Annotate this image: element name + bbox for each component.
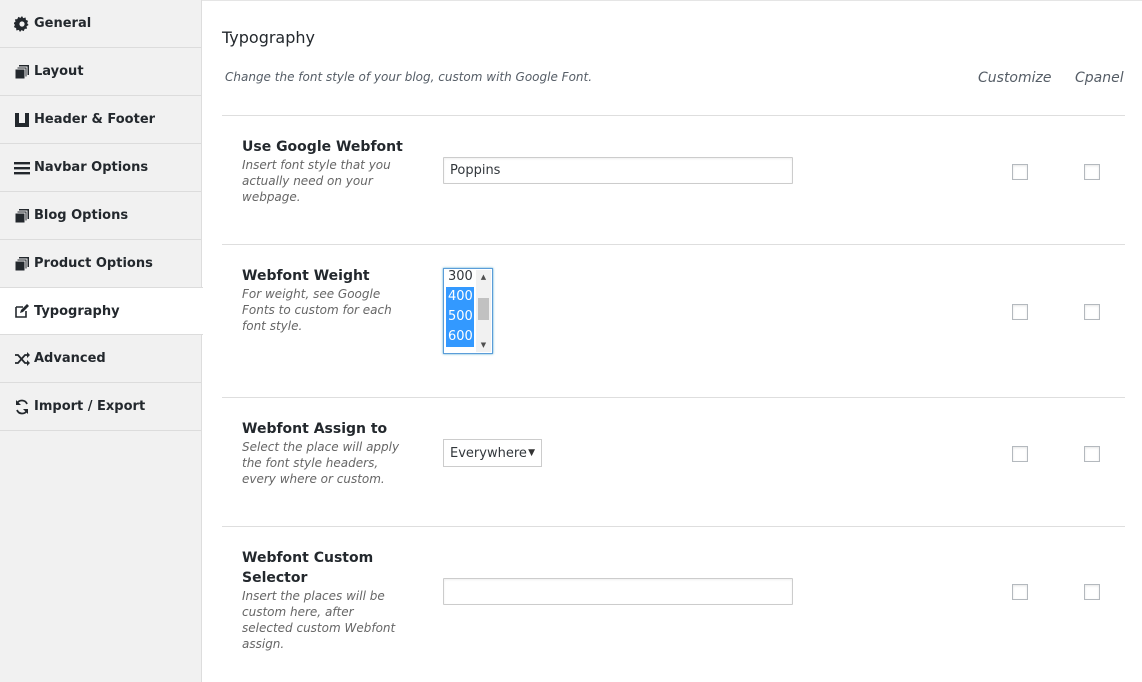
cpanel-checkbox[interactable] bbox=[1084, 584, 1100, 600]
column-header-customize: Customize bbox=[978, 70, 1052, 86]
menu-icon bbox=[14, 160, 30, 176]
setting-row-webfont-weight: Webfont Weight For weight, see Google Fo… bbox=[222, 244, 1125, 397]
sidebar-item-label: Import / Export bbox=[34, 399, 146, 414]
gear-icon bbox=[14, 15, 30, 32]
page-title: Typography bbox=[222, 28, 315, 47]
select-value: Everywhere bbox=[450, 445, 527, 461]
scroll-down-icon[interactable]: ▼ bbox=[476, 338, 491, 352]
column-header-cpanel: Cpanel bbox=[1075, 70, 1124, 86]
setting-help: Select the place will apply the font sty… bbox=[242, 440, 400, 486]
header-footer-icon bbox=[14, 112, 30, 128]
sidebar-item-label: Advanced bbox=[34, 351, 106, 366]
setting-help: For weight, see Google Fonts to custom f… bbox=[242, 287, 392, 333]
weight-option-400[interactable]: 400 bbox=[446, 287, 474, 307]
customize-checkbox[interactable] bbox=[1012, 446, 1028, 462]
customize-checkbox[interactable] bbox=[1012, 164, 1028, 180]
setting-row-webfont-assign: Webfont Assign to Select the place will … bbox=[222, 397, 1125, 526]
sidebar-item-label: Layout bbox=[34, 64, 84, 79]
sidebar-item-label: Product Options bbox=[34, 256, 153, 271]
sidebar-item-label: Blog Options bbox=[34, 208, 129, 223]
sidebar-item-layout[interactable]: Layout bbox=[0, 48, 201, 96]
customize-checkbox[interactable] bbox=[1012, 304, 1028, 320]
setting-title: Webfont Weight bbox=[242, 268, 370, 284]
cpanel-checkbox[interactable] bbox=[1084, 164, 1100, 180]
cpanel-checkbox[interactable] bbox=[1084, 304, 1100, 320]
sidebar-item-label: General bbox=[34, 16, 92, 31]
setting-row-webfont-custom-selector: Webfont Custom Selector Insert the place… bbox=[222, 526, 1125, 682]
typography-panel: Typography Change the font style of your… bbox=[202, 0, 1142, 682]
scroll-up-icon[interactable]: ▲ bbox=[476, 270, 491, 284]
setting-label: Webfont Weight For weight, see Google Fo… bbox=[242, 266, 407, 334]
sidebar-item-typography[interactable]: Typography bbox=[0, 287, 203, 335]
setting-title: Webfont Custom Selector bbox=[242, 550, 374, 586]
setting-help: Insert font style that you actually need… bbox=[242, 158, 391, 204]
shuffle-icon bbox=[14, 351, 30, 367]
setting-row-google-webfont: Use Google Webfont Insert font style tha… bbox=[222, 115, 1125, 244]
layers-icon bbox=[14, 256, 30, 272]
sidebar-item-general[interactable]: General bbox=[0, 0, 201, 48]
sidebar-item-header-footer[interactable]: Header & Footer bbox=[0, 96, 201, 144]
setting-label: Webfont Custom Selector Insert the place… bbox=[242, 548, 407, 652]
edit-icon bbox=[14, 303, 30, 319]
sidebar-item-navbar-options[interactable]: Navbar Options bbox=[0, 144, 201, 192]
weight-option-500[interactable]: 500 bbox=[446, 307, 474, 327]
listbox-scrollbar[interactable]: ▲ ▼ bbox=[476, 270, 491, 352]
weight-option-600[interactable]: 600 bbox=[446, 327, 474, 347]
customize-checkbox[interactable] bbox=[1012, 584, 1028, 600]
sidebar-item-label: Navbar Options bbox=[34, 160, 149, 175]
settings-page: General Layout Header & Footer Navbar Op… bbox=[0, 0, 1142, 682]
scrollbar-thumb[interactable] bbox=[478, 298, 489, 320]
layers-icon bbox=[14, 64, 30, 80]
sidebar-item-product-options[interactable]: Product Options bbox=[0, 240, 201, 288]
layers-icon bbox=[14, 208, 30, 224]
webfont-weight-listbox[interactable]: 300 400 500 600 ▲ ▼ bbox=[443, 268, 493, 354]
sidebar-item-advanced[interactable]: Advanced bbox=[0, 335, 201, 383]
setting-label: Use Google Webfont Insert font style tha… bbox=[242, 137, 407, 205]
cpanel-checkbox[interactable] bbox=[1084, 446, 1100, 462]
webfont-assign-select[interactable]: Everywhere ▼ bbox=[443, 439, 542, 467]
setting-title: Use Google Webfont bbox=[242, 139, 403, 155]
weight-option-300[interactable]: 300 bbox=[446, 269, 474, 287]
sync-icon bbox=[14, 399, 30, 415]
setting-label: Webfont Assign to Select the place will … bbox=[242, 419, 407, 487]
sidebar-item-import-export[interactable]: Import / Export bbox=[0, 383, 201, 431]
setting-title: Webfont Assign to bbox=[242, 421, 388, 437]
webfont-custom-selector-input[interactable] bbox=[443, 578, 793, 605]
settings-sidebar: General Layout Header & Footer Navbar Op… bbox=[0, 0, 203, 682]
dropdown-arrow-icon: ▼ bbox=[528, 448, 535, 458]
sidebar-item-label: Header & Footer bbox=[34, 112, 156, 127]
section-description: Change the font style of your blog, cust… bbox=[225, 70, 593, 84]
setting-help: Insert the places will be custom here, a… bbox=[242, 589, 396, 651]
sidebar-item-label: Typography bbox=[34, 303, 120, 319]
google-webfont-input[interactable] bbox=[443, 157, 793, 184]
sidebar-item-blog-options[interactable]: Blog Options bbox=[0, 192, 201, 240]
